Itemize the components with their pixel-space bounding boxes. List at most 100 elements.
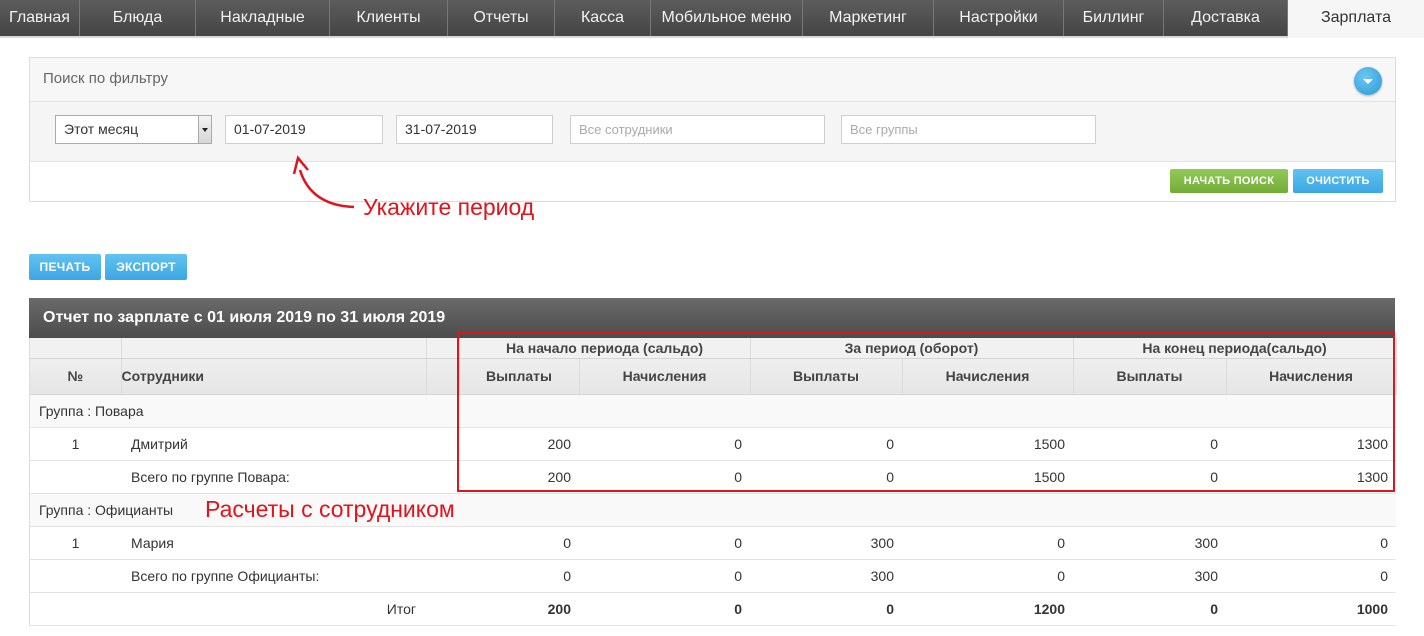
value-cell: 0 [579, 427, 750, 461]
header-payments-period[interactable]: Выплаты [750, 358, 903, 395]
value-cell: 0 [579, 460, 750, 494]
value-cell: 1000 [1226, 592, 1397, 626]
nav-item-salary[interactable]: Зарплата [1288, 0, 1424, 38]
empty-cell [426, 592, 459, 626]
clear-button[interactable]: ОЧИСТИТЬ [1293, 169, 1383, 193]
row-no: 1 [30, 427, 121, 461]
nav-item-clients[interactable]: Клиенты [330, 0, 448, 36]
value-cell: 0 [902, 559, 1073, 593]
header-employees[interactable]: Сотрудники [121, 358, 427, 395]
group-label: Группа : Повара [30, 394, 1397, 428]
filter-title: Поиск по фильтру [43, 70, 169, 87]
date-to-input[interactable]: 31-07-2019 [396, 115, 553, 144]
annotation-arrow-icon [292, 155, 355, 209]
header-no[interactable]: № [30, 358, 122, 395]
date-from-input[interactable]: 01-07-2019 [225, 115, 383, 144]
start-search-button[interactable]: НАЧАТЬ ПОИСК [1170, 169, 1288, 193]
value-cell: 1500 [902, 427, 1073, 461]
empty-cell [30, 460, 121, 494]
nav-item-invoices[interactable]: Накладные [196, 0, 330, 36]
value-cell: 0 [459, 526, 579, 560]
empty-cell [426, 460, 459, 494]
report-title: Отчет по зарплате с 01 июля 2019 по 31 и… [29, 298, 1395, 338]
employee-name: Мария [121, 526, 426, 560]
nav-item-dishes[interactable]: Блюда [80, 0, 196, 36]
table-header-row-groups: На начало периода (сальдо) За период (об… [30, 338, 1397, 359]
row-no: 1 [30, 526, 121, 560]
value-cell: 0 [1073, 592, 1226, 626]
value-cell: 0 [750, 427, 902, 461]
main-nav: Главная Блюда Накладные Клиенты Отчеты К… [0, 0, 1424, 38]
groups-select[interactable]: Все группы [841, 115, 1096, 144]
table-row: 1 Дмитрий 200 0 0 1500 0 1300 [30, 427, 1397, 461]
group-total-row: Всего по группе Повара: 200 0 0 1500 0 1… [30, 460, 1397, 494]
export-button[interactable]: ЭКСПОРТ [105, 254, 187, 280]
value-cell: 0 [1073, 460, 1226, 494]
chevron-down-icon[interactable] [198, 115, 212, 144]
value-cell: 300 [1073, 559, 1226, 593]
header-payments-end[interactable]: Выплаты [1073, 358, 1227, 395]
header-period-turnover: За период (оборот) [750, 338, 1074, 359]
value-cell: 200 [459, 592, 579, 626]
empty-cell [30, 559, 121, 593]
value-cell: 200 [459, 427, 579, 461]
empty-cell [426, 427, 459, 461]
grand-total-row: Итог 200 0 0 1200 0 1000 [30, 592, 1397, 626]
nav-item-marketing[interactable]: Маркетинг [803, 0, 934, 36]
period-hint-annotation: Укажите период [363, 194, 535, 220]
report-table: На начало периода (сальдо) За период (об… [29, 338, 1397, 626]
value-cell: 0 [1073, 427, 1226, 461]
print-button[interactable]: ПЕЧАТЬ [29, 254, 101, 280]
filter-panel: Поиск по фильтру Этот месяц 01-07-2019 3… [29, 57, 1396, 202]
period-select[interactable]: Этот месяц [55, 115, 212, 144]
value-cell: 0 [579, 559, 750, 593]
nav-item-reports[interactable]: Отчеты [448, 0, 555, 36]
value-cell: 1300 [1226, 460, 1397, 494]
value-cell: 0 [1226, 526, 1397, 560]
header-accruals-start[interactable]: Начисления [579, 358, 751, 395]
grand-total-label: Итог [121, 592, 426, 626]
group-total-row: Всего по группе Официанты: 0 0 300 0 300… [30, 559, 1397, 593]
header-cell-blank [30, 338, 122, 359]
filter-fields: Этот месяц 01-07-2019 31-07-2019 Все сот… [30, 102, 1395, 162]
value-cell: 1500 [902, 460, 1073, 494]
group-total-label: Всего по группе Повара: [121, 460, 426, 494]
value-cell: 0 [459, 559, 579, 593]
employee-name: Дмитрий [121, 427, 426, 461]
nav-item-cashdesk[interactable]: Касса [555, 0, 651, 36]
header-accruals-end[interactable]: Начисления [1226, 358, 1397, 395]
settlements-hint-annotation: Расчеты с сотрудником [205, 496, 455, 522]
nav-item-home[interactable]: Главная [0, 0, 80, 36]
header-cell-blank [121, 338, 427, 359]
header-payments-start[interactable]: Выплаты [459, 358, 580, 395]
period-select-value: Этот месяц [64, 121, 139, 137]
header-accruals-period[interactable]: Начисления [902, 358, 1074, 395]
filter-panel-header[interactable]: Поиск по фильтру [30, 58, 1395, 102]
table-row: 1 Мария 0 0 300 0 300 0 [30, 526, 1397, 560]
employees-select[interactable]: Все сотрудники [570, 115, 825, 144]
nav-item-mobile-menu[interactable]: Мобильное меню [651, 0, 803, 36]
empty-cell [426, 526, 459, 560]
nav-item-settings[interactable]: Настройки [934, 0, 1064, 36]
nav-item-billing[interactable]: Биллинг [1064, 0, 1164, 36]
value-cell: 0 [750, 592, 902, 626]
value-cell: 0 [902, 526, 1073, 560]
value-cell: 0 [579, 526, 750, 560]
collapse-toggle-icon[interactable] [1354, 67, 1382, 95]
header-closing-balance: На конец периода(сальдо) [1073, 338, 1397, 359]
value-cell: 200 [459, 460, 579, 494]
header-opening-balance: На начало периода (сальдо) [459, 338, 751, 359]
header-cell-blank [426, 358, 460, 395]
header-cell-blank [426, 338, 460, 359]
value-cell: 300 [1073, 526, 1226, 560]
value-cell: 300 [750, 526, 902, 560]
table-header-row-columns: № Сотрудники Выплаты Начисления Выплаты … [30, 358, 1397, 395]
empty-cell [426, 559, 459, 593]
value-cell: 0 [750, 460, 902, 494]
value-cell: 1200 [902, 592, 1073, 626]
group-row-cooks: Группа : Повара [30, 394, 1397, 428]
value-cell: 300 [750, 559, 902, 593]
empty-cell [30, 592, 121, 626]
nav-item-delivery[interactable]: Доставка [1164, 0, 1288, 36]
value-cell: 0 [1226, 559, 1397, 593]
